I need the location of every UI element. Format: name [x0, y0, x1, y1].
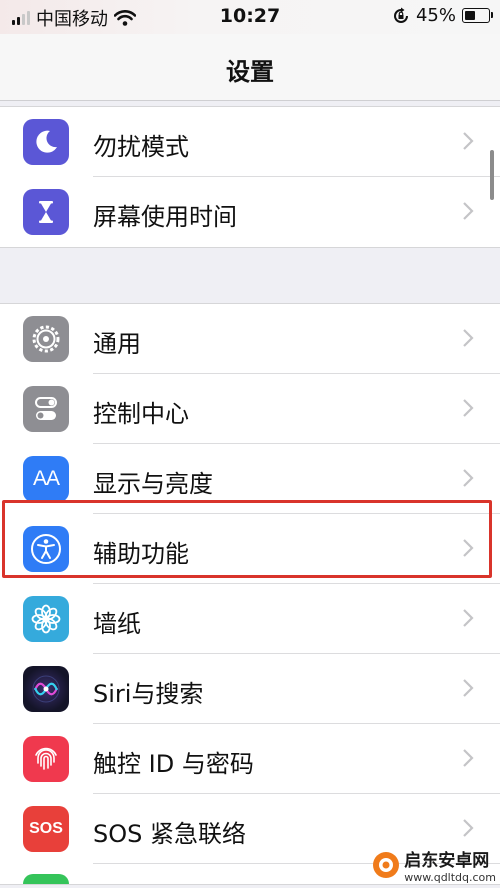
settings-row-label: SOS 紧急联络: [93, 820, 246, 848]
settings-row-touch-id-passcode[interactable]: 触控 ID 与密码: [0, 724, 500, 794]
gear-icon: [23, 316, 69, 362]
settings-row-label: 触控 ID 与密码: [93, 750, 254, 778]
sos-icon-glyph: SOS: [29, 820, 63, 837]
watermark-name: 启东安卓网: [404, 851, 490, 871]
chevron-right-icon: [463, 539, 474, 557]
chevron-right-icon: [463, 329, 474, 347]
chevron-right-icon: [463, 469, 474, 487]
battery-percent: 45%: [415, 5, 456, 26]
settings-row-screen-time[interactable]: 屏幕使用时间: [0, 177, 500, 247]
chevron-right-icon: [463, 749, 474, 767]
navigation-bar: 设置: [0, 34, 500, 101]
rotation-lock-icon: [394, 7, 408, 23]
partial-app-icon: [23, 874, 69, 884]
settings-group-focus: 勿扰模式 屏幕使用时间: [0, 106, 500, 248]
settings-row-label: 勿扰模式: [93, 133, 189, 161]
settings-row-display-brightness[interactable]: AA 显示与亮度: [0, 444, 500, 514]
page-title: 设置: [226, 58, 274, 86]
status-right: 45%: [392, 5, 493, 26]
settings-row-label: 控制中心: [93, 400, 189, 428]
settings-row-do-not-disturb[interactable]: 勿扰模式: [0, 107, 500, 177]
chevron-right-icon: [463, 202, 474, 220]
watermark-text: 启东安卓网 www.qdltdq.com: [404, 846, 496, 884]
settings-row-control-center[interactable]: 控制中心: [0, 374, 500, 444]
watermark-url: www.qdltdq.com: [404, 871, 496, 884]
settings-group-general: 通用 控制中心 AA 显示与亮度 辅助功能 墙纸 Siri与搜索 触控 ID 与…: [0, 303, 500, 885]
hourglass-icon: [23, 189, 69, 235]
settings-row-wallpaper[interactable]: 墙纸: [0, 584, 500, 654]
settings-row-label: 通用: [93, 330, 141, 358]
settings-row-label: 显示与亮度: [93, 470, 213, 498]
status-bar: 中国移动 10:27 45%: [0, 0, 500, 34]
toggles-icon: [23, 386, 69, 432]
settings-row-siri-search[interactable]: Siri与搜索: [0, 654, 500, 724]
battery-icon: [462, 8, 493, 23]
settings-row-label: 辅助功能: [93, 540, 189, 568]
settings-row-accessibility[interactable]: 辅助功能: [0, 514, 500, 584]
watermark-logo-icon: [373, 852, 400, 878]
accessibility-icon: [23, 526, 69, 572]
text-size-icon-glyph: AA: [32, 467, 60, 490]
chevron-right-icon: [463, 399, 474, 417]
chevron-right-icon: [463, 132, 474, 150]
scroll-indicator: [490, 150, 494, 200]
watermark: 启东安卓网 www.qdltdq.com: [372, 846, 496, 884]
sos-icon: SOS: [23, 806, 69, 852]
settings-row-label: 墙纸: [93, 610, 141, 638]
chevron-right-icon: [463, 819, 474, 837]
settings-row-label: Siri与搜索: [93, 680, 204, 708]
fingerprint-icon: [23, 736, 69, 782]
settings-row-general[interactable]: 通用: [0, 304, 500, 374]
moon-icon: [23, 119, 69, 165]
siri-icon: [23, 666, 69, 712]
text-size-icon: AA: [23, 456, 69, 502]
flower-icon: [23, 596, 69, 642]
settings-row-label: 屏幕使用时间: [93, 203, 237, 231]
chevron-right-icon: [463, 609, 474, 627]
chevron-right-icon: [463, 679, 474, 697]
